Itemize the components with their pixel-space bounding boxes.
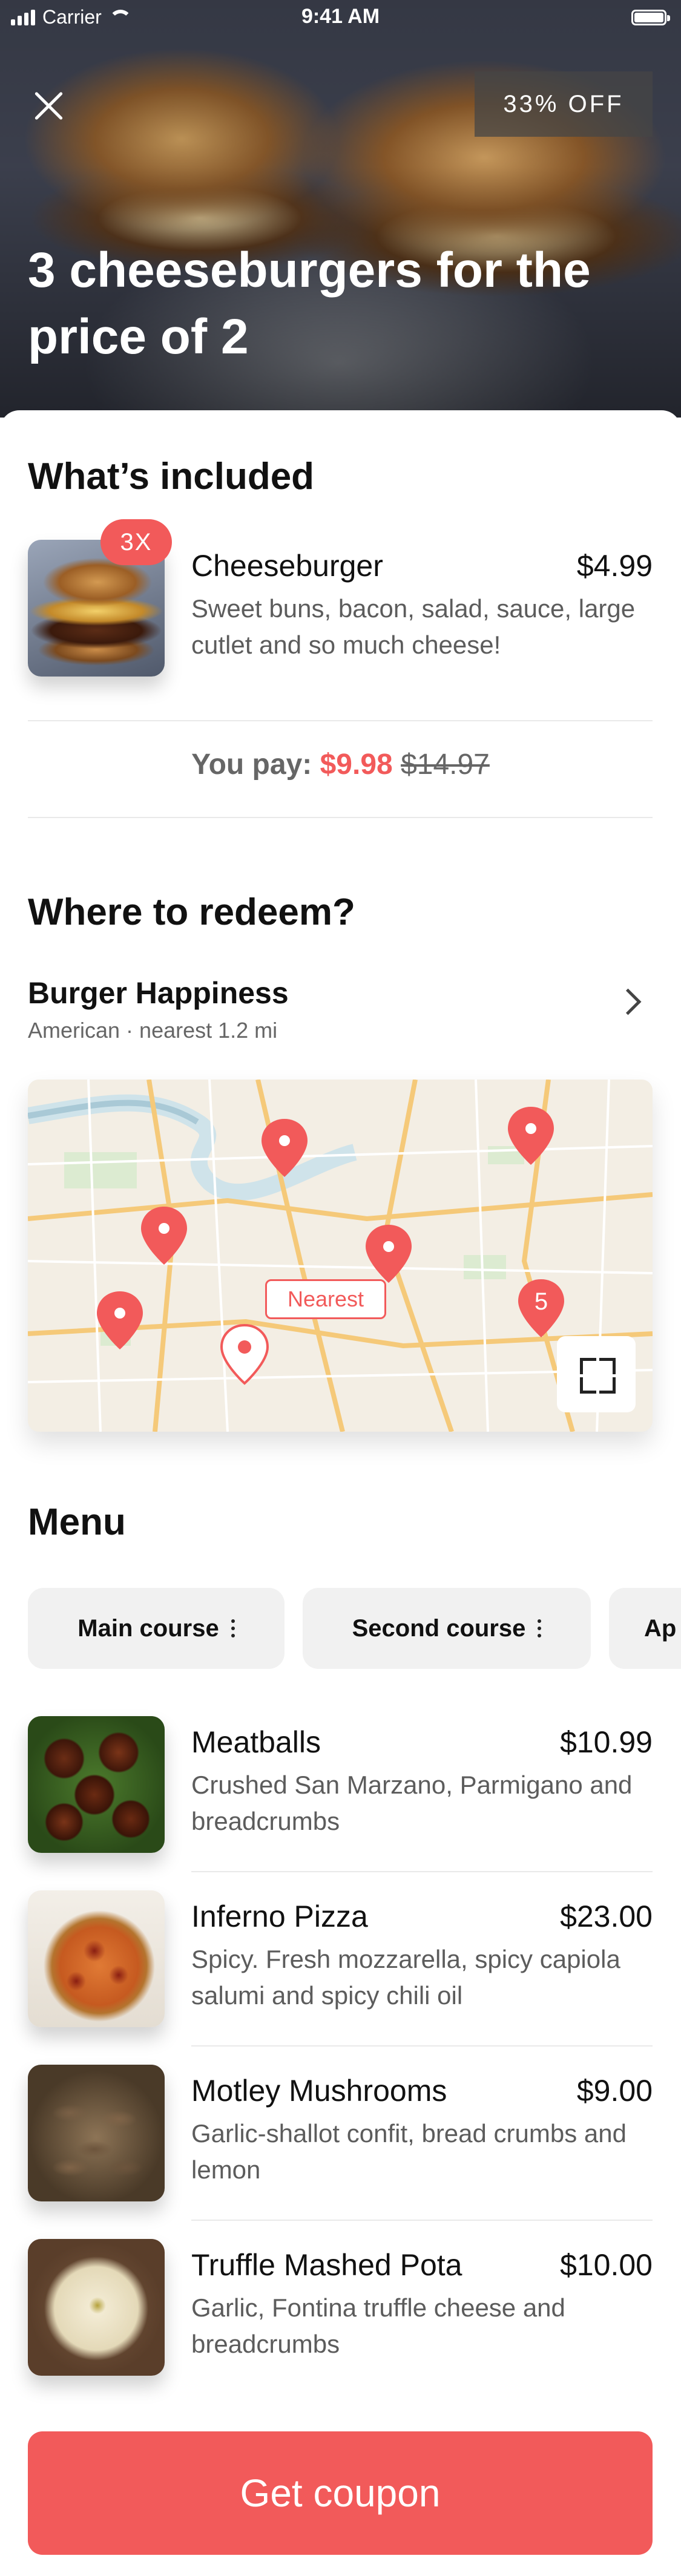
expand-icon [580, 1358, 596, 1374]
battery-icon [631, 10, 670, 25]
menu-item-price: $23.00 [560, 1899, 653, 1933]
included-heading: What’s included [28, 456, 315, 497]
menu-item-description: Spicy. Fresh mozzarella, spicy capiola s… [191, 1945, 620, 2010]
menu-item-name: Motley Mushrooms [191, 2074, 447, 2108]
tab-label: Ap [644, 1614, 677, 1642]
pay-label: You pay: [191, 749, 312, 781]
menu-item-description: Crushed San Marzano, Parmigano and bread… [191, 1771, 633, 1835]
menu-heading: Menu [28, 1501, 126, 1543]
included-item-name: Cheeseburger [191, 549, 383, 583]
map-view[interactable]: 5 Nearest [28, 1080, 653, 1432]
menu-item-name: Inferno Pizza [191, 1899, 368, 1933]
redeem-heading: Where to redeem? [28, 891, 355, 933]
nearest-label: Nearest [265, 1279, 386, 1319]
menu-item-price: $10.99 [560, 1725, 653, 1759]
expand-icon [599, 1358, 616, 1374]
more-icon [538, 1619, 542, 1637]
included-item-price: $4.99 [576, 549, 653, 583]
pay-summary: You pay: $9.98 $14.97 [0, 748, 681, 781]
menu-item-description: Garlic-shallot confit, bread crumbs and … [191, 2119, 627, 2184]
divider [191, 1871, 653, 1872]
divider [191, 2045, 653, 2047]
status-time: 9:41 AM [301, 5, 380, 28]
discount-badge: 33% OFF [475, 71, 653, 137]
tab-label: Second course [352, 1614, 526, 1642]
close-icon[interactable] [31, 90, 65, 123]
restaurant-meta: American · nearest 1.2 mi [28, 1018, 278, 1043]
pay-price: $9.98 [320, 749, 393, 781]
expand-map-button[interactable] [557, 1336, 636, 1412]
hero-image: Carrier 9:41 AM 33% OFF 3 cheeseburgers … [0, 0, 681, 418]
menu-item-price: $10.00 [560, 2248, 653, 2282]
divider [28, 817, 653, 818]
quantity-badge: 3X [100, 519, 172, 565]
expand-icon [580, 1377, 596, 1394]
mushrooms-thumbnail [28, 2065, 165, 2201]
more-icon [231, 1619, 235, 1637]
mashed-potatoes-thumbnail [28, 2239, 165, 2376]
included-item-description: Sweet buns, bacon, salad, sauce, large c… [191, 594, 636, 659]
deal-title: 3 cheeseburgers for the price of 2 [28, 243, 591, 364]
menu-item-name: Truffle Mashed Pota [191, 2248, 462, 2282]
get-coupon-button[interactable]: Get coupon [28, 2431, 653, 2555]
meatballs-thumbnail [28, 1716, 165, 1853]
menu-item-price: $9.00 [576, 2074, 653, 2108]
menu-item-description: Garlic, Fontina truffle cheese and bread… [191, 2293, 565, 2358]
tab-appetizers[interactable]: Ap [609, 1588, 681, 1669]
pizza-thumbnail [28, 1890, 165, 2027]
divider [28, 720, 653, 721]
restaurant-name: Burger Happiness [28, 976, 289, 1010]
status-bar: Carrier 9:41 AM [0, 0, 681, 36]
tab-label: Main course [77, 1614, 219, 1642]
old-price: $14.97 [401, 749, 490, 781]
expand-icon [599, 1377, 616, 1394]
tab-second-course[interactable]: Second course [303, 1588, 591, 1669]
divider [191, 2220, 653, 2221]
tab-main-course[interactable]: Main course [28, 1588, 285, 1669]
menu-item-name: Meatballs [191, 1725, 321, 1759]
